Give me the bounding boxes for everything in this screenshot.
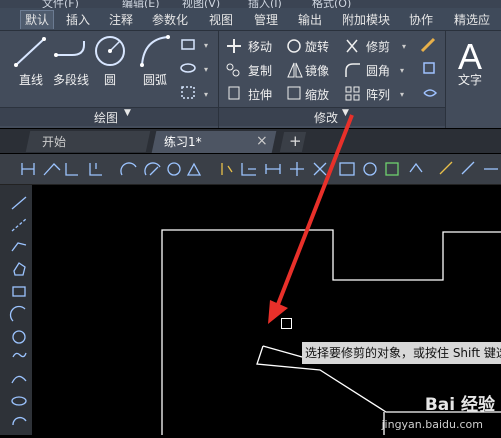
annotation-arrow [275, 114, 354, 308]
watermark-url: jingyan.baidu.com [381, 418, 483, 431]
drawing-canvas[interactable] [0, 0, 501, 435]
command-tooltip: 选择要修剪的对象，或按住 Shift 键选 [302, 342, 501, 364]
watermark-logo: Bai 经验 [424, 395, 495, 415]
pick-box-cursor [281, 318, 292, 329]
